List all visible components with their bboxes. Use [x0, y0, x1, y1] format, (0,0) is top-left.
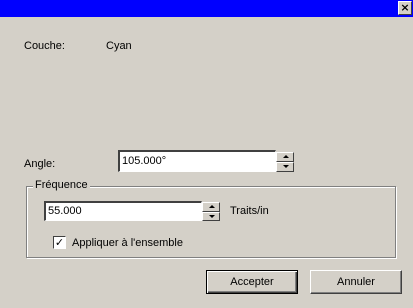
couche-label: Couche:	[24, 40, 65, 52]
angle-label: Angle:	[24, 158, 56, 170]
angle-spin-up-button[interactable]	[276, 152, 294, 162]
angle-spin-down-button[interactable]	[276, 162, 294, 172]
angle-spinner[interactable]	[276, 152, 294, 172]
title-bar: ×	[0, 0, 413, 17]
close-icon[interactable]: ×	[398, 1, 412, 15]
frequence-group-label: Fréquence	[33, 179, 90, 191]
frequence-spin-up-button[interactable]	[202, 202, 220, 212]
frequence-unit: Traits/in	[230, 205, 269, 217]
apply-all-checkbox[interactable]: ✓	[53, 236, 66, 249]
frequence-spinner[interactable]	[202, 202, 220, 221]
cancel-button[interactable]: Annuler	[310, 270, 402, 294]
frequence-input[interactable]: 55.000	[44, 201, 202, 221]
arrow-down-icon	[209, 214, 215, 218]
accept-button[interactable]: Accepter	[206, 270, 298, 294]
angle-input[interactable]: 105.000°	[118, 150, 276, 172]
frequence-spin-down-button[interactable]	[202, 211, 220, 221]
apply-all-label[interactable]: Appliquer à l'ensemble	[72, 237, 183, 249]
arrow-up-icon	[209, 205, 215, 208]
arrow-down-icon	[283, 165, 289, 168]
arrow-up-icon	[283, 155, 289, 158]
couche-value: Cyan	[106, 40, 132, 52]
